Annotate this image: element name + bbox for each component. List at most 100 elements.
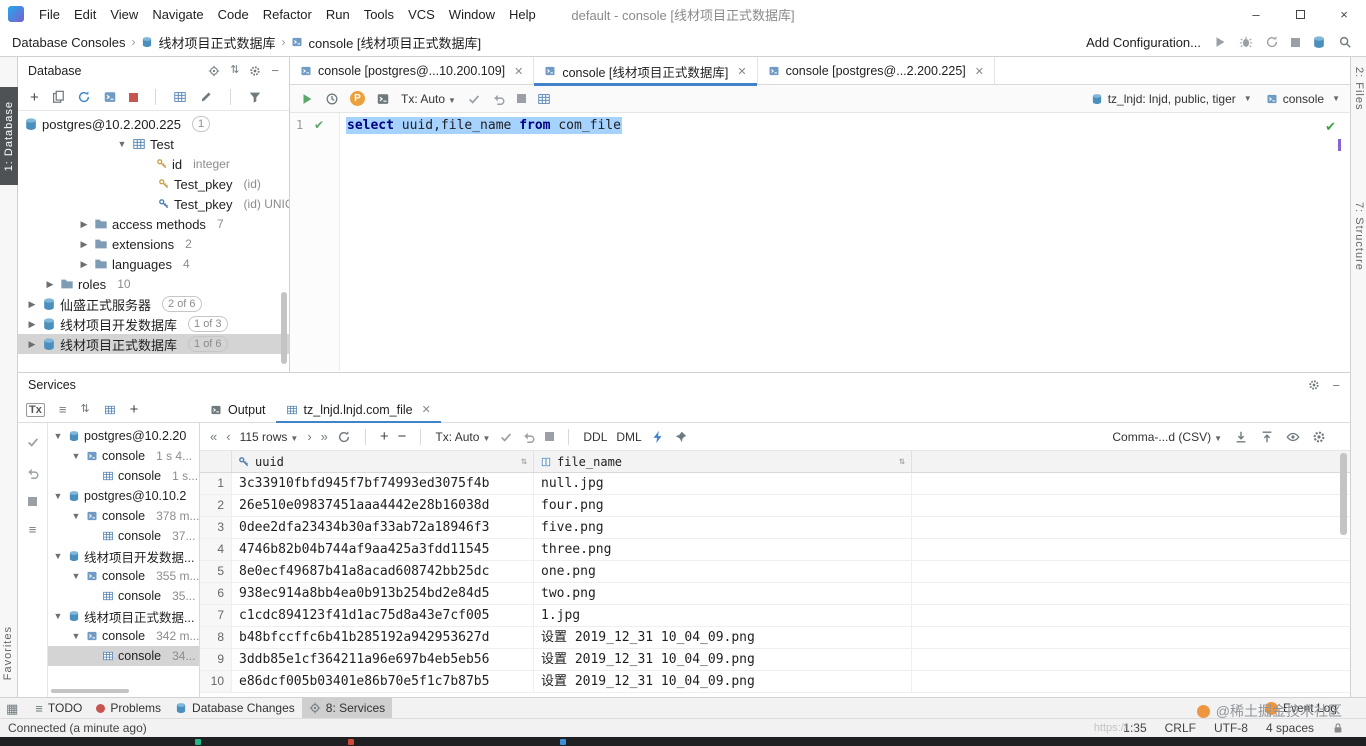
menu-code[interactable]: Code (211, 0, 256, 28)
menu-run[interactable]: Run (319, 0, 357, 28)
cell-file-name[interactable]: four.png (534, 495, 912, 516)
reload-page-icon[interactable] (337, 430, 351, 444)
rollback-undo-icon[interactable] (492, 92, 506, 106)
delete-row-icon[interactable]: − (398, 429, 407, 444)
close-button[interactable]: × (1322, 0, 1366, 28)
editor-tab[interactable]: console [postgres@...10.200.109] ✕ (290, 57, 535, 85)
service-node-connection[interactable]: ▼ 线材项目正式数据... (48, 606, 199, 626)
tree-row-connection[interactable]: postgres@10.2.200.225 1 (18, 114, 289, 134)
hide-panel-icon[interactable]: − (1332, 379, 1340, 392)
tree-row-connection-selected[interactable]: ▶ 线材项目正式数据库 1 of 6 (18, 334, 289, 354)
stop-icon[interactable] (28, 497, 37, 506)
line-separator-widget[interactable]: CRLF (1165, 721, 1196, 735)
cell-uuid[interactable]: 3c33910fbfd945f7bf74993ed3075f4b (232, 473, 534, 494)
submit-check-icon[interactable] (499, 430, 513, 444)
add-service-icon[interactable]: + (130, 402, 139, 417)
add-row-icon[interactable]: + (380, 429, 389, 444)
cell-file-name[interactable]: one.png (534, 561, 912, 582)
service-node-console[interactable]: ▼ console 378 m... (48, 506, 199, 526)
cell-file-name[interactable]: null.jpg (534, 473, 912, 494)
chevron-right-icon[interactable]: ▶ (78, 259, 90, 270)
page-size-dropdown[interactable]: 115 rows ▼ (240, 430, 299, 444)
execute-play-icon[interactable] (300, 92, 314, 106)
service-node-result[interactable]: console 1 s... (48, 466, 199, 486)
stop-icon[interactable] (516, 94, 526, 103)
cell-file-name[interactable]: 设置 2019_12_31 10_04_09.png (534, 649, 912, 670)
run-with-coverage-icon[interactable] (1265, 35, 1279, 49)
table-row[interactable]: 4 4746b82b04b744af9aa425a3fdd11545 three.p… (200, 539, 1350, 561)
menu-file[interactable]: File (32, 0, 67, 28)
cell-uuid[interactable]: 3ddb85e1cf364211a96e697b4eb5eb56 (232, 649, 534, 670)
group-view-icon[interactable] (104, 404, 116, 416)
service-node-console[interactable]: ▼ console 1 s 4... (48, 446, 199, 466)
chevron-down-icon[interactable]: ▼ (70, 511, 82, 521)
breadcrumb-console[interactable]: console [线材项目正式数据库] (287, 33, 485, 52)
attach-session-icon[interactable] (376, 92, 390, 106)
run-icon[interactable] (1213, 35, 1227, 49)
cell-uuid[interactable]: b48bfccffc6b41b285192a942953627d (232, 627, 534, 648)
tree-row-folder[interactable]: ▶ roles 10 (18, 274, 289, 294)
edit-pencil-icon[interactable] (199, 90, 213, 104)
gear-icon[interactable] (249, 65, 261, 77)
tree-row-folder[interactable]: ▶ extensions 2 (18, 234, 289, 254)
service-node-connection[interactable]: ▼ postgres@10.10.2 (48, 486, 199, 506)
debug-bug-icon[interactable] (1239, 35, 1253, 49)
cell-file-name[interactable]: 1.jpg (534, 605, 912, 626)
column-header-uuid[interactable]: uuid ⇅ (232, 451, 534, 472)
service-node-result-selected[interactable]: console 34... (48, 646, 199, 666)
table-row[interactable]: 5 8e0ecf49687b41a8acad608742bb25dc one.png (200, 561, 1350, 583)
menu-view[interactable]: View (103, 0, 145, 28)
ddl-button[interactable]: DDL (583, 430, 607, 444)
table-row[interactable]: 10 e86dcf005b03401e86b70e5f1c7b87b5 设置 201… (200, 671, 1350, 693)
menu-help[interactable]: Help (502, 0, 543, 28)
history-clock-icon[interactable] (325, 92, 339, 106)
pin-tab-icon[interactable] (674, 430, 688, 444)
cell-file-name[interactable]: 设置 2019_12_31 10_04_09.png (534, 671, 912, 692)
search-everywhere-icon[interactable] (1338, 35, 1352, 49)
tx-mode-dropdown[interactable]: Tx: Auto ▼ (435, 430, 490, 444)
maximize-button[interactable] (1278, 0, 1322, 28)
code-editor[interactable]: 1 ✔ select uuid,file_name from com_file … (290, 113, 1350, 371)
export-download-icon[interactable] (1234, 430, 1248, 444)
tree-row-column[interactable]: id integer (18, 154, 289, 174)
tree-row-table[interactable]: ▼ Test (18, 134, 289, 154)
gear-icon[interactable] (1312, 430, 1326, 444)
sort-icon[interactable]: ≡ (59, 403, 67, 416)
tool-button-services[interactable]: 8: Services (301, 697, 393, 719)
service-node-result[interactable]: console 35... (48, 586, 199, 606)
services-tab-output[interactable]: Output (200, 397, 276, 423)
dml-button[interactable]: DML (616, 430, 641, 444)
tree-row-index[interactable]: Test_pkey (id) UNIC (18, 194, 289, 214)
editor-tab-active[interactable]: console [线材项目正式数据库] ✕ (534, 57, 758, 86)
stop-icon[interactable] (1291, 37, 1300, 47)
tool-button-database[interactable]: 1: Database (0, 87, 18, 185)
chevron-down-icon[interactable]: ▼ (116, 139, 128, 149)
service-node-connection[interactable]: ▼ postgres@10.2.20 (48, 426, 199, 446)
table-row[interactable]: 1 3c33910fbfd945f7bf74993ed3075f4b null.jp… (200, 473, 1350, 495)
options-menu-icon[interactable]: ≡ (29, 523, 37, 536)
add-configuration-button[interactable]: Add Configuration... (1086, 35, 1201, 50)
service-node-console[interactable]: ▼ console 355 m... (48, 566, 199, 586)
expand-collapse-icon[interactable]: ⇅ (80, 404, 89, 415)
stop-red-icon[interactable] (128, 92, 138, 102)
cell-uuid[interactable]: 0dee2dfa23434b30af33ab72a18946f3 (232, 517, 534, 538)
taskbar-app-icon[interactable] (560, 739, 566, 745)
minimize-button[interactable]: – (1234, 0, 1278, 28)
close-tab-icon[interactable]: ✕ (975, 65, 984, 78)
tree-row-folder[interactable]: ▶ languages 4 (18, 254, 289, 274)
chevron-down-icon[interactable]: ▼ (70, 451, 82, 461)
tool-window-switcher-icon[interactable]: ▦ (6, 702, 18, 715)
chevron-right-icon[interactable]: ▶ (26, 339, 38, 350)
tx-mode-dropdown[interactable]: Tx: Auto ▼ (401, 92, 456, 106)
chevron-right-icon[interactable]: ▶ (26, 299, 38, 310)
add-datasource-icon[interactable]: + (30, 90, 39, 105)
close-tab-icon[interactable]: ✕ (514, 65, 523, 78)
service-node-connection[interactable]: ▼ 线材项目开发数据... (48, 546, 199, 566)
cell-file-name[interactable]: five.png (534, 517, 912, 538)
revert-undo-icon[interactable] (522, 430, 536, 444)
chevron-down-icon[interactable]: ▼ (52, 491, 64, 501)
table-row[interactable]: 6 938ec914a8bb4ea0b913b254bd2e84d5 two.png (200, 583, 1350, 605)
import-upload-icon[interactable] (1260, 430, 1274, 444)
chevron-right-icon[interactable]: ▶ (78, 219, 90, 230)
schema-dropdown[interactable]: tz_lnjd: lnjd, public, tiger ▼ (1091, 92, 1252, 106)
